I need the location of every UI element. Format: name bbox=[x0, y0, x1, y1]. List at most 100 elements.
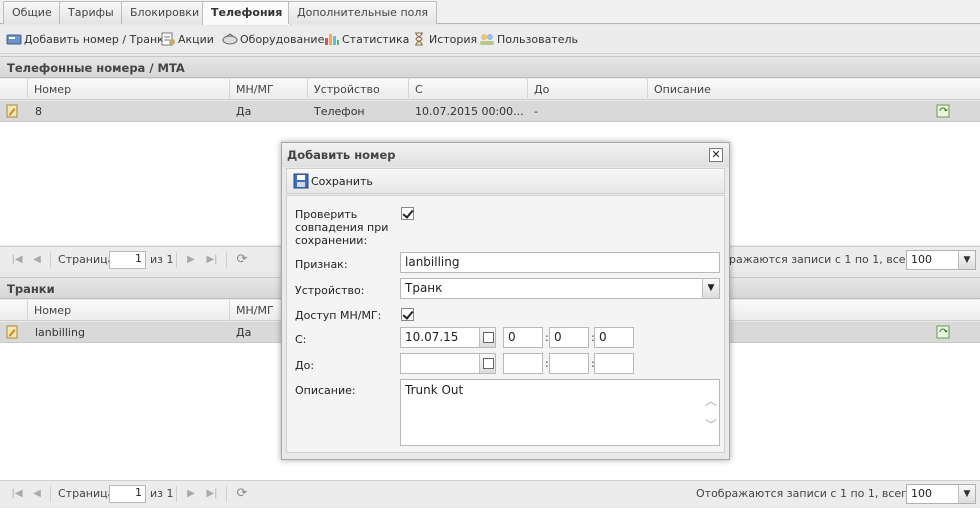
actions-icon bbox=[161, 32, 175, 46]
dialog-form: Проверить совпадения при сохранении: При… bbox=[286, 195, 725, 453]
to-label: До: bbox=[295, 359, 315, 372]
trunks-pager: |◀ ◀ Страница 1 из 1 ▶ ▶| ⟳ Отображаются… bbox=[0, 480, 980, 506]
chevron-down-icon[interactable]: ▼ bbox=[958, 251, 975, 269]
history-label: История bbox=[429, 33, 478, 46]
tab-additional-fields[interactable]: Дополнительные поля bbox=[288, 1, 438, 24]
add-number-dialog: Добавить номер ✕ Сохранить Проверить сов… bbox=[281, 142, 730, 460]
from-label: С: bbox=[295, 333, 307, 346]
prev-page-icon[interactable]: ◀ bbox=[30, 253, 44, 267]
user-label: Пользователь bbox=[497, 33, 579, 46]
description-textarea[interactable]: Trunk Out ︿ ﹀ bbox=[400, 379, 720, 446]
table-row[interactable]: 8 Да Телефон 10.07.2015 00:00... - bbox=[0, 101, 980, 122]
hourglass-icon bbox=[415, 32, 423, 46]
bar-chart-icon bbox=[325, 34, 339, 45]
cell-from: 10.07.2015 00:00... bbox=[415, 105, 524, 118]
user-button[interactable]: Пользователь bbox=[479, 31, 578, 49]
page-size-select[interactable]: 100 ▼ bbox=[906, 484, 976, 504]
equipment-icon bbox=[222, 33, 238, 45]
cell-mn-mg: Да bbox=[236, 105, 252, 118]
check-duplicates-checkbox[interactable] bbox=[401, 207, 414, 220]
scrollbar[interactable]: ︿ ﹀ bbox=[702, 380, 719, 445]
statistics-button[interactable]: Статистика bbox=[324, 31, 409, 49]
page-size-value: 100 bbox=[911, 253, 932, 266]
edit-icon[interactable] bbox=[6, 325, 18, 339]
equipment-button[interactable]: Оборудование bbox=[222, 31, 324, 49]
dialog-toolbar: Сохранить bbox=[286, 168, 725, 194]
tab-general[interactable]: Общие bbox=[3, 1, 61, 24]
description-label: Описание: bbox=[295, 384, 356, 397]
first-page-icon[interactable]: |◀ bbox=[10, 487, 24, 501]
records-info: ражаются записи с 1 по 1, всего 1 bbox=[729, 253, 929, 266]
col-to[interactable]: До bbox=[527, 79, 647, 100]
scroll-down-icon[interactable]: ﹀ bbox=[705, 419, 717, 431]
save-icon bbox=[293, 173, 309, 189]
chevron-down-icon[interactable]: ▼ bbox=[702, 279, 719, 298]
last-page-icon[interactable]: ▶| bbox=[205, 487, 219, 501]
add-number-button[interactable]: Добавить номер / Транк bbox=[6, 31, 164, 49]
to-minute-input[interactable] bbox=[549, 353, 589, 374]
col-number[interactable]: Номер bbox=[27, 300, 229, 321]
page-label: Страница bbox=[58, 487, 115, 500]
cell-number: lanbilling bbox=[35, 326, 85, 339]
tab-telephony[interactable]: Телефония bbox=[202, 1, 292, 25]
refresh-icon[interactable]: ⟳ bbox=[235, 253, 249, 267]
history-button[interactable]: История bbox=[411, 31, 477, 49]
col-mn-mg[interactable]: МН/МГ bbox=[229, 79, 307, 100]
page-input[interactable]: 1 bbox=[109, 251, 146, 269]
page-size-value: 100 bbox=[911, 487, 932, 500]
pager-separator bbox=[50, 252, 51, 268]
dialog-title: Добавить номер bbox=[282, 143, 729, 167]
device-select[interactable]: Транк ▼ bbox=[400, 278, 720, 299]
col-description[interactable]: Описание bbox=[647, 79, 935, 100]
save-button[interactable]: Сохранить bbox=[293, 173, 373, 191]
pager-separator bbox=[50, 486, 51, 502]
pager-separator bbox=[226, 252, 227, 268]
first-page-icon[interactable]: |◀ bbox=[10, 253, 24, 267]
phone-add-icon bbox=[6, 34, 22, 45]
calendar-icon[interactable] bbox=[479, 354, 495, 373]
to-date-input[interactable] bbox=[400, 353, 496, 374]
col-number[interactable]: Номер bbox=[27, 79, 229, 100]
page-input[interactable]: 1 bbox=[109, 485, 146, 503]
prev-page-icon[interactable]: ◀ bbox=[30, 487, 44, 501]
add-number-label: Добавить номер / Транк bbox=[24, 33, 164, 46]
chevron-down-icon[interactable]: ▼ bbox=[958, 485, 975, 503]
cell-device: Телефон bbox=[314, 105, 365, 118]
from-date-input[interactable]: 10.07.15 bbox=[400, 327, 496, 348]
col-from[interactable]: С bbox=[408, 79, 527, 100]
refresh-icon[interactable]: ⟳ bbox=[235, 487, 249, 501]
from-hour-input[interactable]: 0 bbox=[503, 327, 543, 348]
recycle-icon[interactable] bbox=[936, 104, 950, 118]
save-label: Сохранить bbox=[311, 175, 373, 188]
access-checkbox[interactable] bbox=[401, 308, 414, 321]
last-page-icon[interactable]: ▶| bbox=[205, 253, 219, 267]
calendar-icon[interactable] bbox=[479, 328, 495, 347]
page-size-select[interactable]: 100 ▼ bbox=[906, 250, 976, 270]
cell-to: - bbox=[534, 105, 538, 118]
actions-button[interactable]: Акции bbox=[160, 31, 214, 49]
main-toolbar: Добавить номер / Транк Акции Оборудовани… bbox=[0, 26, 980, 54]
tab-blocks[interactable]: Блокировки bbox=[121, 1, 209, 24]
recycle-icon[interactable] bbox=[936, 325, 950, 339]
edit-icon[interactable] bbox=[6, 104, 18, 118]
statistics-label: Статистика bbox=[342, 33, 410, 46]
scroll-up-icon[interactable]: ︿ bbox=[705, 395, 717, 407]
col-device[interactable]: Устройство bbox=[307, 79, 408, 100]
to-hour-input[interactable] bbox=[503, 353, 543, 374]
to-second-input[interactable] bbox=[594, 353, 634, 374]
page-of-label: из 1 bbox=[150, 487, 174, 500]
from-minute-input[interactable]: 0 bbox=[549, 327, 589, 348]
users-icon bbox=[480, 34, 494, 45]
tab-tariffs[interactable]: Тарифы bbox=[59, 1, 123, 24]
phones-panel-title: Телефонные номера / MTA bbox=[0, 56, 980, 78]
check-duplicates-label: Проверить совпадения при сохранении: bbox=[295, 208, 389, 247]
sign-input[interactable]: lanbilling bbox=[400, 252, 720, 273]
from-date-value: 10.07.15 bbox=[405, 330, 459, 344]
from-second-input[interactable]: 0 bbox=[594, 327, 634, 348]
close-icon[interactable]: ✕ bbox=[709, 148, 723, 162]
next-page-icon[interactable]: ▶ bbox=[184, 487, 198, 501]
next-page-icon[interactable]: ▶ bbox=[184, 253, 198, 267]
actions-label: Акции bbox=[178, 33, 214, 46]
access-label: Доступ МН/МГ: bbox=[295, 309, 382, 322]
device-value: Транк bbox=[405, 281, 443, 295]
